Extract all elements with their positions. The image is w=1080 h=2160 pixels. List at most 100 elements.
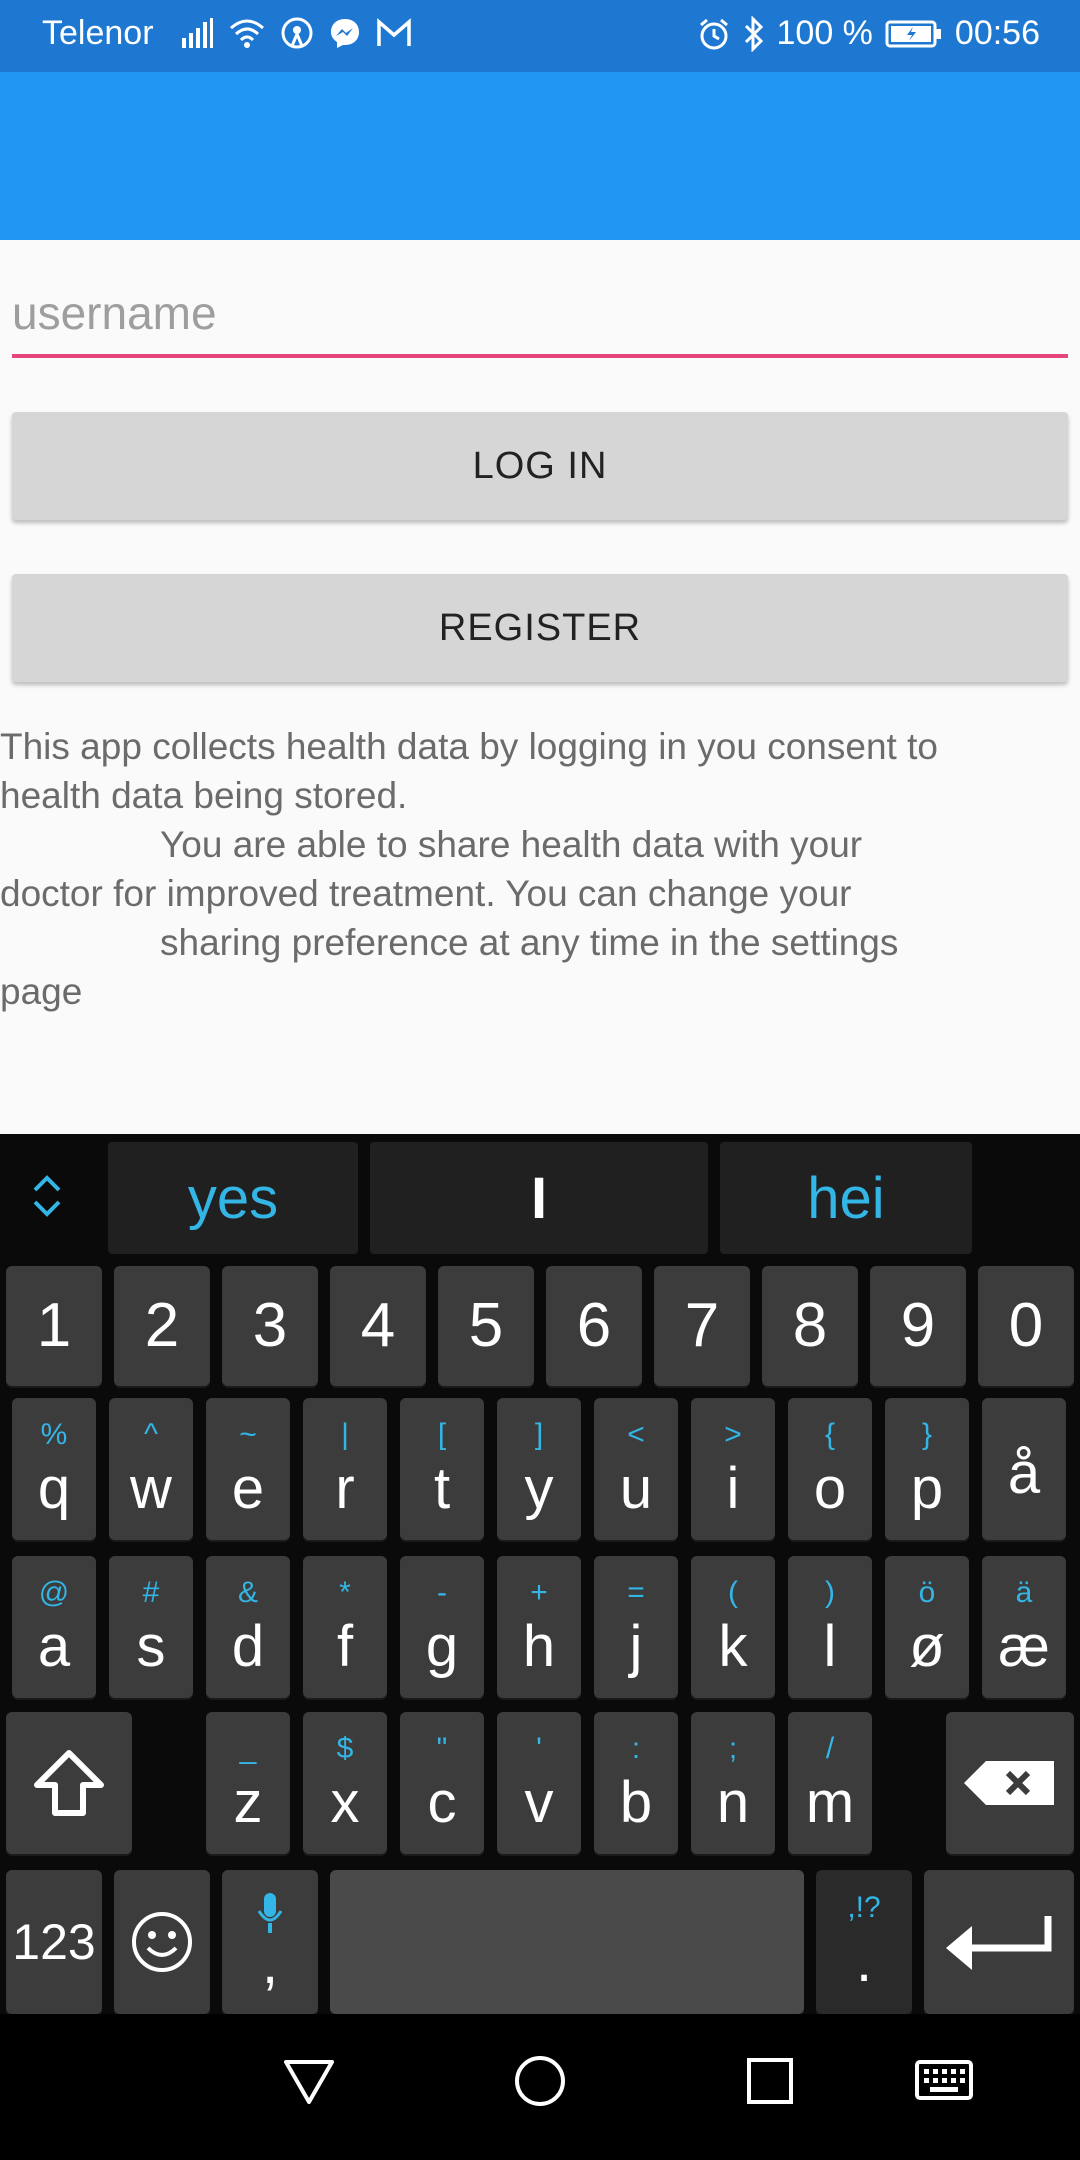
key-æ[interactable]: äæ xyxy=(982,1556,1066,1698)
key-5[interactable]: 5 xyxy=(438,1266,534,1386)
home-icon[interactable] xyxy=(513,2054,567,2108)
key-alt-label: @ xyxy=(38,1576,70,1609)
suggestion-1[interactable]: yes xyxy=(108,1142,358,1254)
space-key[interactable] xyxy=(330,1870,804,2014)
key-2[interactable]: 2 xyxy=(114,1266,210,1386)
comma-key[interactable]: , xyxy=(222,1870,318,2014)
key-alt-label: | xyxy=(341,1418,349,1451)
key-1[interactable]: 1 xyxy=(6,1266,102,1386)
gmail-icon xyxy=(377,18,411,46)
key-e[interactable]: ~ e xyxy=(206,1398,290,1540)
key-q[interactable]: % q xyxy=(12,1398,96,1540)
key-alt-label: } xyxy=(921,1418,933,1451)
key-r[interactable]: | r xyxy=(303,1398,387,1540)
key-n[interactable]: ; n xyxy=(691,1712,775,1854)
key-alt-label: / xyxy=(825,1732,835,1765)
key-label: q xyxy=(37,1456,71,1521)
navigation-bar xyxy=(0,2014,1080,2160)
key-label: a xyxy=(37,1614,71,1679)
key-label: p xyxy=(910,1456,944,1521)
key-x[interactable]: $ x xyxy=(303,1712,387,1854)
battery-icon xyxy=(885,20,941,47)
key-a[interactable]: @ a xyxy=(12,1556,96,1698)
suggestion-2[interactable]: I xyxy=(370,1142,708,1254)
key-7[interactable]: 7 xyxy=(654,1266,750,1386)
key-alt-label: _ xyxy=(239,1732,257,1765)
soft-keyboard: yes I hei 123 , ,!? . 1 2 3 4 5 6 7 8 9 … xyxy=(0,1134,1080,2014)
login-button[interactable]: LOG IN xyxy=(12,412,1068,520)
username-input[interactable] xyxy=(12,272,1068,358)
back-icon[interactable] xyxy=(282,2054,336,2108)
symbols-mode-key[interactable]: 123 xyxy=(6,1870,102,2014)
key-j[interactable]: = j xyxy=(594,1556,678,1698)
hotspot-icon xyxy=(281,17,313,49)
key-alt-label: $ xyxy=(336,1732,354,1765)
key-label: o xyxy=(813,1456,847,1521)
key-alt-label: ' xyxy=(536,1732,542,1765)
key-h[interactable]: + h xyxy=(497,1556,581,1698)
key-alt-label: & xyxy=(237,1576,258,1609)
key-alt-label: ä xyxy=(1015,1576,1033,1609)
key-6[interactable]: 6 xyxy=(546,1266,642,1386)
key-o[interactable]: {o xyxy=(788,1398,872,1540)
key-s[interactable]: # s xyxy=(109,1556,193,1698)
key-f[interactable]: * f xyxy=(303,1556,387,1698)
key-p[interactable]: } p xyxy=(885,1398,969,1540)
consent-line: doctor for improved treatment. You can c… xyxy=(0,873,852,914)
key-label: 4 xyxy=(360,1291,396,1360)
shift-key[interactable] xyxy=(6,1712,132,1854)
register-button[interactable]: REGISTER xyxy=(12,574,1068,682)
backspace-key[interactable] xyxy=(946,1712,1074,1854)
key-g[interactable]: -g xyxy=(400,1556,484,1698)
key-b[interactable]: :b xyxy=(594,1712,678,1854)
consent-line: page xyxy=(0,971,83,1012)
key-alt-label: # xyxy=(142,1576,160,1609)
enter-key[interactable] xyxy=(924,1870,1074,2014)
key-label: f xyxy=(336,1614,354,1679)
bluetooth-icon xyxy=(744,15,763,52)
key-8[interactable]: 8 xyxy=(762,1266,858,1386)
key-4[interactable]: 4 xyxy=(330,1266,426,1386)
key-u[interactable]: < u xyxy=(594,1398,678,1540)
key-ø[interactable]: öø xyxy=(885,1556,969,1698)
key-y[interactable]: ] y xyxy=(497,1398,581,1540)
signal-icon xyxy=(182,18,213,48)
key-m[interactable]: / m xyxy=(788,1712,872,1854)
key-label: e xyxy=(231,1456,265,1521)
key-d[interactable]: & d xyxy=(206,1556,290,1698)
key-alt-label: + xyxy=(530,1576,548,1609)
wifi-icon xyxy=(230,19,264,48)
key-l[interactable]: ) l xyxy=(788,1556,872,1698)
key-i[interactable]: > i xyxy=(691,1398,775,1540)
key-alt-label: ; xyxy=(728,1732,738,1765)
key-k[interactable]: (k xyxy=(691,1556,775,1698)
key-alt-label: * xyxy=(339,1576,351,1609)
expand-suggestions-icon[interactable] xyxy=(30,1174,64,1218)
key-label: 5 xyxy=(468,1291,504,1360)
key-label: u xyxy=(619,1456,653,1521)
key-z[interactable]: _ z xyxy=(206,1712,290,1854)
key-label: 6 xyxy=(576,1291,612,1360)
recents-icon[interactable] xyxy=(743,2054,797,2108)
key-3[interactable]: 3 xyxy=(222,1266,318,1386)
key-0[interactable]: 0 xyxy=(978,1266,1074,1386)
app-bar xyxy=(0,72,1080,240)
period-key[interactable]: ,!? . xyxy=(816,1870,912,2014)
emoji-key[interactable] xyxy=(114,1870,210,2014)
key-t[interactable]: [t xyxy=(400,1398,484,1540)
key-å[interactable]: å xyxy=(982,1398,1066,1540)
key-label: z xyxy=(233,1770,263,1835)
key-w[interactable]: ^ w xyxy=(109,1398,193,1540)
key-label: æ xyxy=(998,1614,1050,1679)
key-9[interactable]: 9 xyxy=(870,1266,966,1386)
suggestion-3[interactable]: hei xyxy=(720,1142,972,1254)
key-label: 9 xyxy=(900,1291,936,1360)
key-c[interactable]: " c xyxy=(400,1712,484,1854)
key-label: k xyxy=(718,1614,748,1679)
key-alt-label: ( xyxy=(728,1576,738,1609)
key-label: 2 xyxy=(144,1291,180,1360)
carrier-name: Telenor xyxy=(42,14,154,52)
keyboard-switch-icon[interactable] xyxy=(914,2054,974,2108)
key-v[interactable]: ' v xyxy=(497,1712,581,1854)
consent-line: This app collects health data by logging… xyxy=(0,726,938,767)
